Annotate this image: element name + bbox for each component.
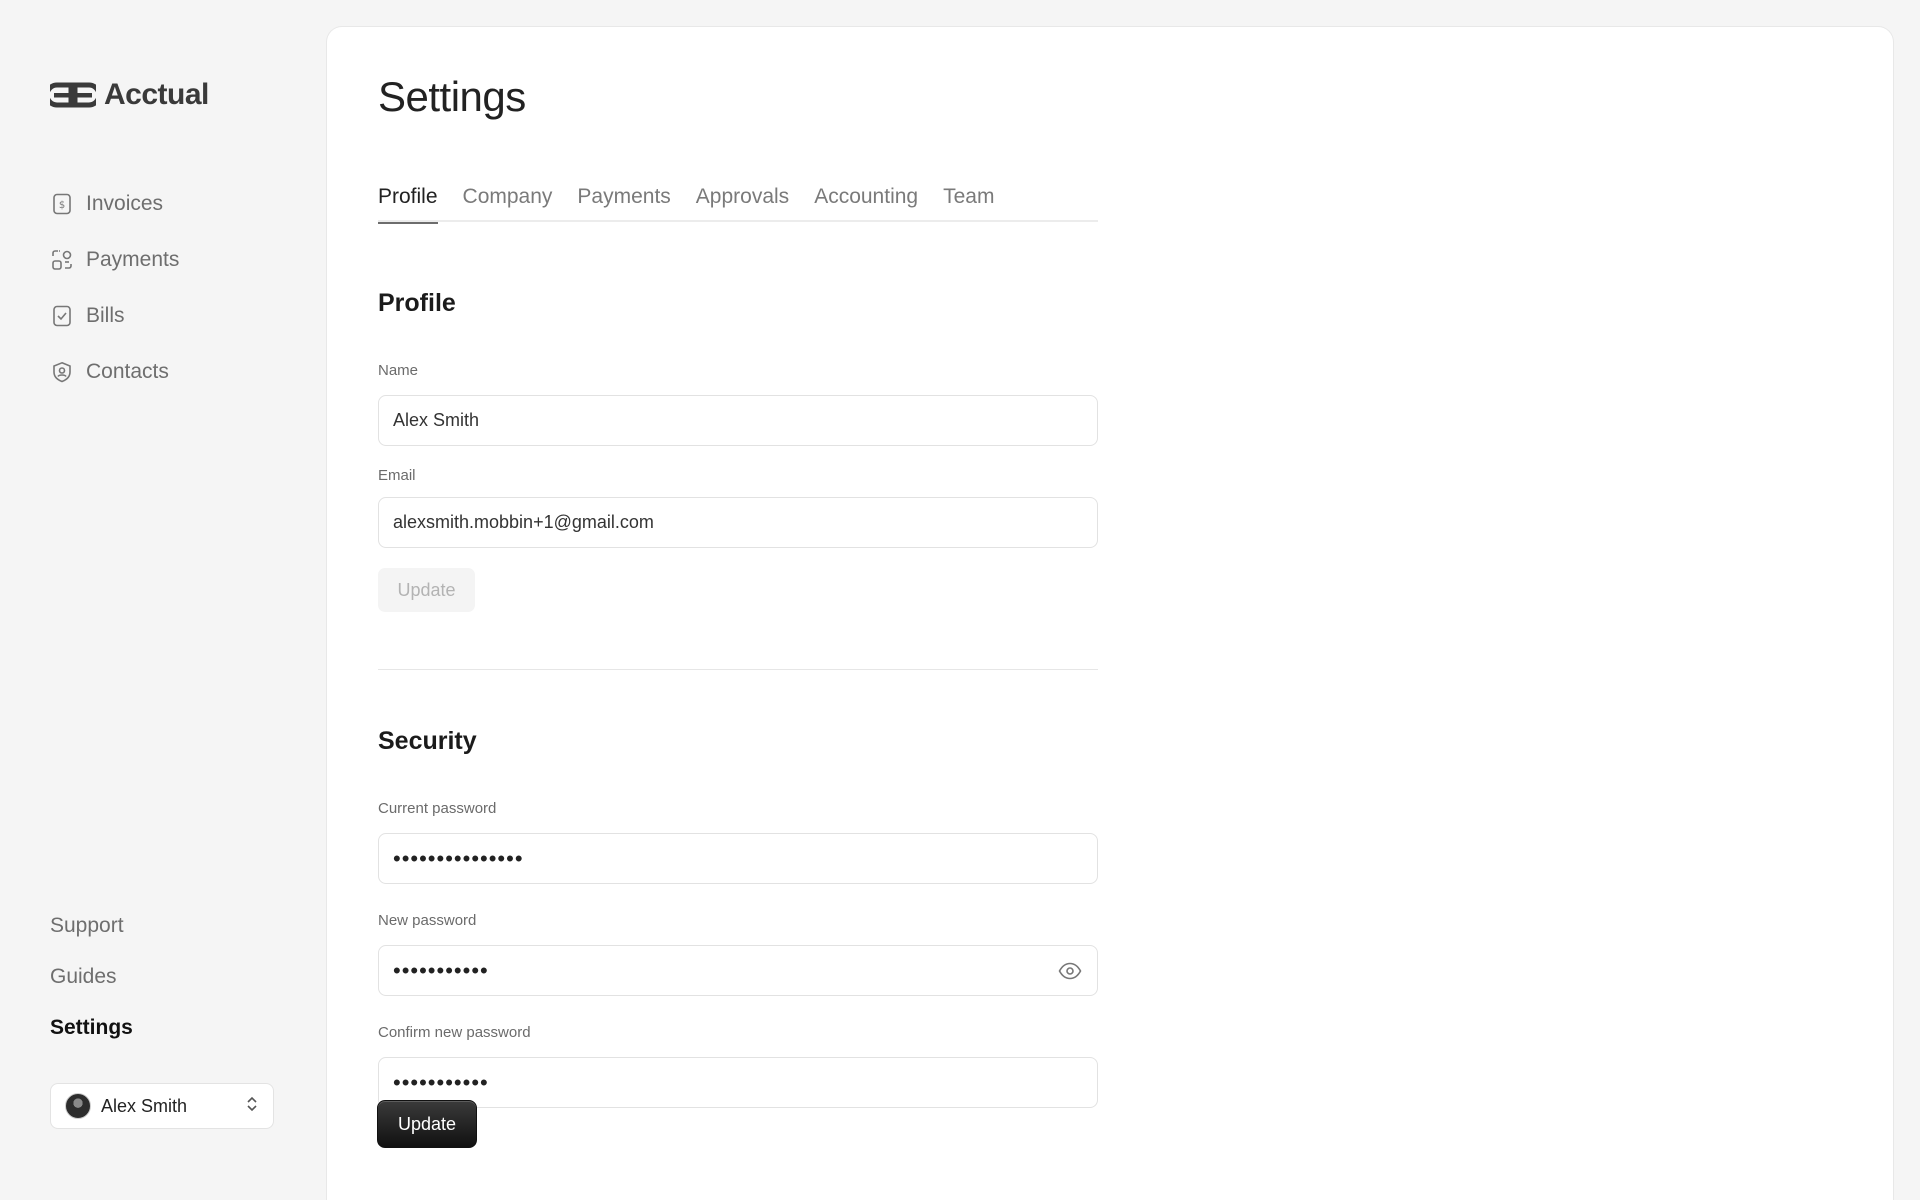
brand[interactable]: Acctual [50, 78, 209, 112]
invoice-dollar-icon: $ [50, 192, 74, 216]
profile-section-title: Profile [378, 289, 456, 317]
sidebar-link-guides[interactable]: Guides [50, 951, 133, 1002]
sidebar-link-support[interactable]: Support [50, 900, 133, 951]
new-password-field[interactable]: ••••••••••• [378, 945, 1098, 996]
bill-check-icon [50, 304, 74, 328]
section-divider [378, 669, 1098, 670]
brand-name: Acctual [104, 78, 209, 111]
email-field-wrapper [378, 497, 1098, 548]
current-password-value: ••••••••••••••• [393, 845, 524, 871]
sidebar-item-label: Invoices [86, 192, 164, 215]
name-field-wrapper [378, 395, 1098, 446]
acctual-logo-icon [50, 82, 96, 108]
payments-grid-icon [50, 248, 74, 272]
svg-text:$: $ [59, 200, 65, 211]
sidebar-bottom-nav: Support Guides Settings [50, 900, 133, 1053]
tab-company[interactable]: Company [463, 177, 553, 222]
sidebar-item-payments[interactable]: Payments [50, 232, 179, 288]
email-label: Email [378, 467, 416, 484]
user-switcher[interactable]: Alex Smith [50, 1083, 274, 1129]
confirm-password-label: Confirm new password [378, 1024, 531, 1041]
sidebar-item-contacts[interactable]: Contacts [50, 344, 179, 400]
show-password-eye-icon[interactable] [1057, 958, 1083, 984]
email-input[interactable] [393, 512, 1083, 533]
sidebar-item-label: Payments [86, 248, 180, 271]
tab-profile[interactable]: Profile [378, 177, 438, 224]
tab-payments[interactable]: Payments [577, 177, 670, 222]
current-password-label: Current password [378, 800, 497, 817]
sidebar-item-label: Bills [86, 304, 125, 327]
new-password-value: ••••••••••• [393, 957, 489, 983]
tab-accounting[interactable]: Accounting [814, 177, 918, 222]
settings-tabs: Profile Company Payments Approvals Accou… [378, 177, 1098, 224]
name-input[interactable] [393, 410, 1083, 431]
tab-approvals[interactable]: Approvals [696, 177, 789, 222]
security-update-button[interactable]: Update [377, 1100, 477, 1148]
sidebar-item-bills[interactable]: Bills [50, 288, 179, 344]
chevron-up-down-icon [245, 1095, 259, 1118]
current-password-field[interactable]: ••••••••••••••• [378, 833, 1098, 884]
security-section-title: Security [378, 727, 477, 755]
user-name: Alex Smith [101, 1095, 188, 1116]
page-title: Settings [378, 73, 526, 120]
sidebar-link-settings[interactable]: Settings [50, 1002, 133, 1053]
avatar [65, 1093, 91, 1119]
profile-update-button[interactable]: Update [378, 568, 475, 612]
confirm-password-value: ••••••••••• [393, 1069, 489, 1095]
settings-panel: Settings Profile Company Payments Approv… [326, 26, 1894, 1200]
sidebar-nav: $ Invoices Payments Bills Contacts [50, 176, 179, 400]
contact-shield-icon [50, 360, 74, 384]
tab-team[interactable]: Team [943, 177, 994, 222]
sidebar-item-label: Contacts [86, 360, 169, 383]
sidebar: Acctual $ Invoices Payments Bills Contac… [0, 0, 326, 1200]
name-label: Name [378, 362, 419, 379]
sidebar-item-invoices[interactable]: $ Invoices [50, 176, 179, 232]
confirm-password-field[interactable]: ••••••••••• [378, 1057, 1098, 1108]
new-password-label: New password [378, 912, 477, 929]
